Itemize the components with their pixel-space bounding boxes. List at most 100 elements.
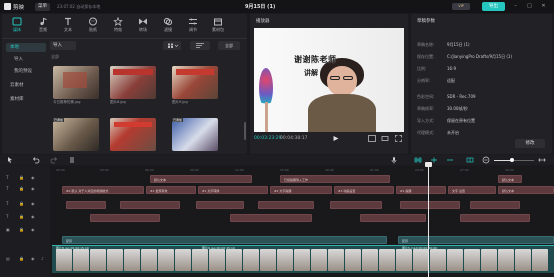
text-clip[interactable]: #1 发现有效 [146, 186, 196, 194]
eye-icon[interactable]: ◉ [31, 256, 35, 261]
audio-clip[interactable]: 配音 [398, 236, 554, 244]
eye-icon[interactable]: ◉ [31, 186, 35, 191]
text-clip[interactable]: 默认文本 [150, 175, 252, 183]
text-clip[interactable] [196, 201, 244, 209]
text-clip[interactable] [90, 214, 160, 222]
tab-media[interactable]: 媒体 [6, 16, 28, 36]
eye-icon[interactable]: ◉ [31, 227, 35, 232]
speaker-icon[interactable]: ♪ [41, 256, 44, 261]
redo-icon[interactable] [50, 156, 58, 164]
sort-button[interactable] [190, 41, 210, 50]
video-preview[interactable]: 谢谢陈老师 讲解 [254, 28, 404, 132]
media-thumb-6[interactable]: 已添加 [172, 118, 218, 151]
import-button[interactable]: 导入 [50, 41, 76, 50]
select-cursor-icon[interactable] [6, 156, 14, 164]
media-thumb-5[interactable] [110, 118, 156, 151]
zoom-fit-icon[interactable] [538, 156, 546, 164]
preview-axis-icon[interactable] [466, 156, 474, 164]
playhead[interactable] [428, 164, 429, 277]
text-clip[interactable]: 默认文本 [498, 186, 554, 194]
fullscreen-icon[interactable] [395, 135, 402, 142]
ruler-tick: 00:00 [56, 168, 65, 172]
eye-icon[interactable]: ◉ [31, 201, 35, 206]
fit-screen-icon[interactable] [368, 135, 376, 142]
export-button[interactable]: 导出 [482, 2, 505, 11]
media-thumb-3[interactable] [172, 66, 218, 99]
tab-audio[interactable]: 音频 [32, 16, 54, 36]
text-clip[interactable]: #2 文字提醒 [270, 186, 332, 194]
text-clip[interactable] [120, 201, 180, 209]
main-video-track[interactable]: 图片8.jpg 00:00:15:10 图片9.jpg 00:00:15:10 … [52, 245, 554, 273]
lock-icon[interactable]: 🔒 [19, 201, 24, 206]
microphone-icon[interactable] [390, 156, 398, 164]
filmstrip-frame [226, 249, 242, 271]
text-clip[interactable] [360, 214, 426, 222]
maximize-icon[interactable]: □ [526, 3, 533, 10]
decor-stem [265, 102, 268, 132]
sidebar-item-import[interactable]: 导入 [10, 55, 50, 64]
text-clip[interactable] [460, 214, 530, 222]
filter-icon [163, 17, 173, 26]
tab-effects[interactable]: 特效 [107, 16, 129, 36]
sidebar-item-presets[interactable]: 我的预设 [10, 67, 50, 76]
text-clip[interactable] [258, 201, 314, 209]
lock-icon[interactable]: 🔒 [19, 214, 24, 219]
sidebar-item-library[interactable]: 素材库 [6, 95, 46, 104]
undo-icon[interactable] [32, 156, 40, 164]
tab-text[interactable]: 文本 [57, 16, 79, 36]
lock-icon[interactable]: 🔒 [19, 175, 24, 180]
text-clip[interactable]: 文字 设置 [448, 186, 496, 194]
filmstrip-frame [209, 249, 225, 271]
text-clip[interactable] [230, 214, 312, 222]
eye-icon[interactable]: ◉ [31, 214, 35, 219]
edit-button[interactable]: 修改 [515, 139, 545, 148]
filter-all-button[interactable]: 全部 [218, 41, 240, 50]
media-thumb-4[interactable]: 已添加 [53, 118, 99, 151]
text-clip[interactable] [330, 201, 382, 209]
lock-icon[interactable]: 🔒 [19, 186, 24, 191]
text-clip[interactable]: #1 文字转换 [198, 186, 268, 194]
filmstrip-frame [277, 249, 293, 271]
minimize-icon[interactable]: – [512, 3, 519, 10]
eye-icon[interactable]: ◉ [31, 175, 35, 180]
play-icon[interactable] [332, 135, 339, 142]
text-clip[interactable] [470, 201, 520, 209]
sidebar-item-cloud[interactable]: 云素材 [6, 81, 46, 90]
close-icon[interactable]: ✕ [540, 3, 547, 10]
filmstrip-frame [464, 249, 480, 271]
lock-icon[interactable]: 🔒 [19, 227, 24, 232]
link-main-track-icon[interactable] [414, 156, 422, 164]
zoom-out-icon[interactable] [482, 156, 490, 164]
filmstrip-frame [345, 249, 361, 271]
audio-clip[interactable]: 配音 [62, 236, 387, 244]
vip-badge[interactable]: VIP [452, 2, 470, 10]
text-clip[interactable]: #3 动画设置 [334, 186, 394, 194]
linkage-icon[interactable] [446, 156, 454, 164]
playhead-handle[interactable] [425, 162, 432, 167]
tab-package[interactable]: 素材包 [207, 16, 229, 36]
filmstrip-frame [396, 249, 412, 271]
text-clip[interactable]: #1 提醒 [396, 186, 446, 194]
sidebar-item-local[interactable]: 本地 [6, 43, 46, 52]
tab-transition[interactable]: 转场 [132, 16, 154, 36]
tab-filter[interactable]: 滤镜 [157, 16, 179, 36]
text-clip[interactable] [66, 201, 106, 209]
filmstrip-frame [192, 249, 208, 271]
text-clip[interactable]: 默认文本 [498, 175, 522, 183]
ratio-icon[interactable] [381, 135, 389, 142]
detail-label: 代理模式: [417, 130, 435, 135]
filmstrip-frame [362, 249, 378, 271]
tab-adjust[interactable]: 调节 [182, 16, 204, 36]
media-thumb-2[interactable] [110, 66, 156, 99]
media-thumb-1[interactable] [53, 66, 99, 99]
split-icon[interactable] [68, 156, 76, 164]
view-toggle-button[interactable] [163, 41, 181, 50]
text-clip[interactable]: #0 默认 对于人对应的视频模式 [62, 186, 144, 194]
tab-sticker[interactable]: 贴纸 [82, 16, 104, 36]
text-clip[interactable]: 已经提醒到入工作 [280, 175, 390, 183]
text-clip[interactable] [400, 201, 460, 209]
lock-icon[interactable]: 🔒 [19, 256, 24, 261]
menu-button[interactable]: 菜单 [35, 2, 50, 11]
media-scrollbar[interactable] [244, 122, 246, 140]
zoom-slider-handle[interactable] [510, 158, 514, 162]
